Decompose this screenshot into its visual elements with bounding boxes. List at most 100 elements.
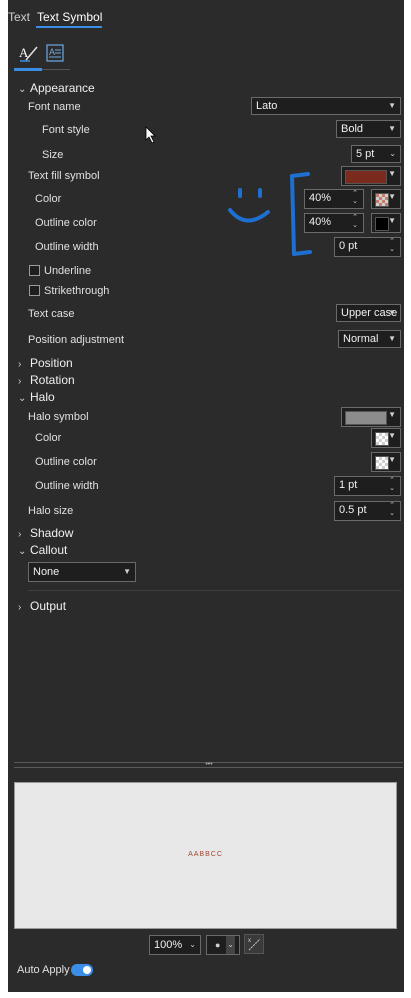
spinner-arrows-icon[interactable]: ⌃ ⌄ (387, 238, 397, 254)
auto-apply-label: Auto Apply (17, 964, 70, 976)
chevron-right-icon: › (18, 602, 22, 613)
text-case-label: Text case (28, 308, 75, 320)
chevron-down-icon: ▼ (123, 567, 131, 576)
outline-color-swatch (375, 217, 389, 231)
chevron-right-icon: › (18, 529, 22, 540)
section-rotation[interactable]: › Rotation (18, 373, 75, 387)
section-output[interactable]: › Output (18, 599, 66, 613)
subtab-track (42, 69, 70, 70)
chevron-down-icon: ⌄ (226, 936, 235, 954)
strikethrough-label: Strikethrough (44, 285, 110, 297)
chevron-down-icon: ▼ (388, 169, 396, 178)
outline-width-value: 0 pt (339, 240, 358, 252)
chevron-right-icon: › (18, 376, 22, 387)
strikethrough-checkbox[interactable] (29, 285, 40, 296)
halo-size-label: Halo size (28, 505, 74, 517)
outline-color-picker[interactable]: ▼ (371, 213, 401, 233)
font-name-label: Font name (28, 101, 81, 113)
font-style-label: Font style (42, 124, 90, 136)
halo-outline-width-label: Outline width (35, 480, 99, 492)
halo-color-label: Color (35, 432, 62, 444)
zoom-value: 100% (154, 939, 183, 951)
callout-dropdown[interactable]: None ▼ (28, 562, 136, 582)
chevron-down-icon: ▼ (388, 308, 396, 317)
zoom-dropdown[interactable]: 100% ⌄ (149, 935, 201, 955)
chevron-down-icon: ⌄ (389, 149, 396, 158)
section-callout-label: Callout (30, 543, 68, 557)
smiley-annotation-icon (228, 172, 312, 256)
underline-label: Underline (44, 265, 92, 277)
tab-text[interactable]: Text (8, 10, 30, 24)
spinner-arrows-icon[interactable]: ⌃ ⌄ (387, 502, 397, 518)
dot-icon: ● (215, 940, 221, 950)
section-appearance[interactable]: ⌄ Appearance (18, 81, 95, 95)
halo-symbol-swatch (345, 411, 387, 425)
preview-background-dropdown[interactable]: ● ⌄ (206, 935, 240, 955)
halo-outline-width-value: 1 pt (339, 479, 358, 491)
halo-size-spinner[interactable]: 0.5 pt ⌃ ⌄ (334, 501, 401, 521)
paintbrush-icon[interactable]: A (18, 43, 38, 63)
section-position-label: Position (30, 356, 73, 370)
chevron-down-icon: ▼ (388, 101, 396, 110)
preview-options-icon[interactable]: x (244, 934, 264, 954)
tab-text-symbol[interactable]: Text Symbol (37, 10, 102, 24)
text-fill-symbol-label: Text fill symbol (28, 170, 100, 182)
chevron-down-icon: ▼ (388, 216, 396, 225)
text-fill-swatch (345, 170, 387, 184)
auto-apply-toggle[interactable] (71, 964, 93, 976)
size-dropdown[interactable]: 5 pt ⌄ (351, 145, 401, 163)
halo-color-swatch (375, 432, 389, 446)
spinner-arrows-icon[interactable]: ⌃ ⌄ (387, 477, 397, 493)
section-appearance-label: Appearance (30, 81, 95, 95)
font-name-value: Lato (256, 100, 278, 112)
section-rotation-label: Rotation (30, 373, 75, 387)
spinner-arrows-icon[interactable]: ⌃ ⌄ (350, 214, 360, 230)
halo-size-value: 0.5 pt (339, 504, 367, 516)
section-position[interactable]: › Position (18, 356, 73, 370)
font-style-dropdown[interactable]: Bold ▼ (336, 120, 401, 138)
toggle-knob (83, 966, 91, 974)
preview-sample-text: AABBCC (188, 851, 223, 858)
color-transparency-value: 40% (309, 192, 332, 204)
halo-symbol-picker[interactable]: ▼ (341, 407, 401, 427)
chevron-right-icon: › (18, 359, 22, 370)
halo-color-picker[interactable]: ▼ (371, 428, 401, 448)
outline-color-label: Outline color (35, 217, 97, 229)
font-name-dropdown[interactable]: Lato ▼ (251, 97, 401, 115)
color-swatch (375, 193, 389, 207)
spinner-arrows-icon[interactable]: ⌃ ⌄ (350, 190, 360, 206)
text-case-dropdown[interactable]: Upper case ▼ (336, 304, 401, 322)
outline-width-spinner[interactable]: 0 pt ⌃ ⌄ (334, 237, 401, 257)
section-callout[interactable]: ⌄ Callout (18, 543, 67, 557)
section-halo-label: Halo (30, 390, 55, 404)
chevron-down-icon: ▼ (388, 431, 396, 440)
splitter-grip-icon[interactable]: ••• (202, 761, 216, 768)
section-divider (28, 590, 401, 591)
symbol-preview: AABBCC (14, 782, 397, 929)
size-label: Size (42, 149, 64, 161)
chevron-down-icon: ⌄ (18, 393, 27, 404)
svg-text:x: x (248, 938, 251, 944)
chevron-down-icon: ⌄ (18, 84, 27, 95)
outline-transparency-spinner[interactable]: 40% ⌃ ⌄ (304, 213, 364, 233)
outline-transparency-value: 40% (309, 216, 332, 228)
color-picker[interactable]: ▼ (371, 189, 401, 209)
position-adjustment-dropdown[interactable]: Normal ▼ (338, 330, 401, 348)
chevron-down-icon: ⌄ (18, 546, 27, 557)
text-fill-symbol-picker[interactable]: ▼ (341, 166, 401, 186)
underline-checkbox[interactable] (29, 265, 40, 276)
chevron-down-icon: ▼ (388, 455, 396, 464)
section-shadow[interactable]: › Shadow (18, 526, 73, 540)
chevron-down-icon: ▼ (388, 334, 396, 343)
active-tab-underline (36, 26, 102, 28)
halo-outline-color-swatch (375, 456, 389, 470)
chevron-down-icon: ▼ (388, 410, 396, 419)
halo-outline-width-spinner[interactable]: 1 pt ⌃ ⌄ (334, 476, 401, 496)
symbology-pane: Text Text Symbol A A ⌄ Appearance Font na… (8, 0, 404, 992)
outline-width-label: Outline width (35, 241, 99, 253)
section-halo[interactable]: ⌄ Halo (18, 390, 55, 404)
chevron-down-icon: ▼ (388, 124, 396, 133)
color-transparency-spinner[interactable]: 40% ⌃ ⌄ (304, 189, 364, 209)
text-properties-icon[interactable]: A (45, 43, 65, 63)
halo-outline-color-picker[interactable]: ▼ (371, 452, 401, 472)
